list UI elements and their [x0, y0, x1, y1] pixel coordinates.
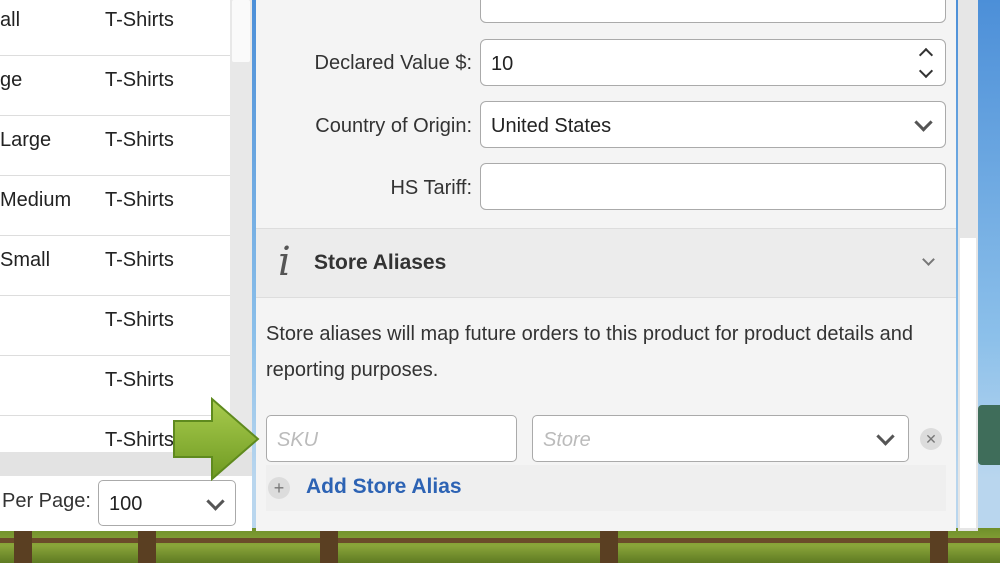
store-aliases-section-header[interactable]: i Store Aliases — [256, 228, 956, 298]
product-category-cell: T-Shirts — [105, 189, 174, 211]
country-of-origin-select[interactable]: United States — [480, 101, 946, 148]
store-aliases-title: Store Aliases — [314, 251, 447, 274]
chevron-down-icon — [206, 492, 225, 511]
product-category-cell: T-Shirts — [105, 129, 174, 151]
add-store-alias-button[interactable]: + Add Store Alias — [266, 465, 946, 511]
background-fence-post — [320, 528, 338, 563]
product-name-cell: Small — [0, 249, 51, 271]
background-fence-post — [138, 528, 156, 563]
product-category-cell: T-Shirts — [105, 369, 174, 391]
per-page-select[interactable]: 100 — [98, 480, 236, 526]
declared-value: 10 — [491, 53, 514, 75]
product-name-cell: all — [0, 9, 21, 31]
remove-alias-button[interactable]: ✕ — [920, 428, 942, 450]
arrow-pointer-icon — [173, 397, 260, 481]
hs-tariff-input[interactable] — [480, 163, 946, 210]
background-fence-post — [600, 528, 618, 563]
spinner-up-icon[interactable] — [918, 47, 934, 63]
plus-glyph: + — [273, 478, 285, 498]
product-category-cell: T-Shirts — [105, 69, 174, 91]
chevron-down-icon[interactable] — [922, 253, 935, 266]
table-scroll-thumb[interactable] — [232, 0, 250, 62]
spinner-down-icon[interactable] — [918, 63, 934, 79]
store-aliases-description: Store aliases will map future orders to … — [266, 323, 913, 381]
form-scroll-thumb[interactable] — [960, 238, 976, 528]
table-row[interactable]: Medium T-Shirts — [0, 175, 230, 236]
chevron-down-icon — [914, 113, 933, 132]
product-category-cell: T-Shirts — [105, 249, 174, 271]
per-page-label: Per Page: — [2, 490, 91, 512]
product-name-cell: ge — [0, 69, 23, 91]
close-icon: ✕ — [925, 431, 937, 447]
chevron-down-icon — [876, 427, 895, 446]
table-row[interactable]: T-Shirts — [0, 295, 230, 356]
product-category-cell: T-Shirts — [105, 429, 174, 451]
sku-input[interactable]: SKU — [266, 415, 517, 462]
background-sign — [978, 405, 1000, 465]
background-fence-post — [14, 528, 32, 563]
table-row[interactable]: all T-Shirts — [0, 0, 230, 56]
product-name-cell: Medium — [0, 189, 72, 211]
product-category-cell: T-Shirts — [105, 309, 174, 331]
background-fence-post — [930, 528, 948, 563]
add-store-alias-label: Add Store Alias — [306, 475, 462, 498]
declared-value-label: Declared Value $: — [314, 52, 473, 74]
declared-value-input[interactable]: 10 — [480, 39, 946, 86]
plus-icon: + — [268, 477, 290, 499]
per-page-value: 100 — [109, 493, 143, 515]
country-of-origin-value: United States — [491, 115, 612, 137]
country-of-origin-label: Country of Origin: — [315, 115, 472, 137]
info-icon: i — [278, 239, 291, 285]
store-select[interactable]: Store — [532, 415, 909, 462]
table-row[interactable]: Small T-Shirts — [0, 235, 230, 296]
product-category-cell: T-Shirts — [105, 9, 174, 31]
product-table: all T-Shirts ge T-Shirts Large T-Shirts … — [0, 0, 230, 452]
previous-field-input[interactable] — [480, 0, 946, 23]
table-row[interactable]: ge T-Shirts — [0, 55, 230, 116]
table-row[interactable]: Large T-Shirts — [0, 115, 230, 176]
store-placeholder: Store — [543, 429, 591, 451]
sku-placeholder: SKU — [277, 429, 319, 451]
hs-tariff-label: HS Tariff: — [390, 177, 472, 199]
product-name-cell: Large — [0, 129, 52, 151]
table-vertical-scrollbar[interactable] — [230, 0, 252, 452]
